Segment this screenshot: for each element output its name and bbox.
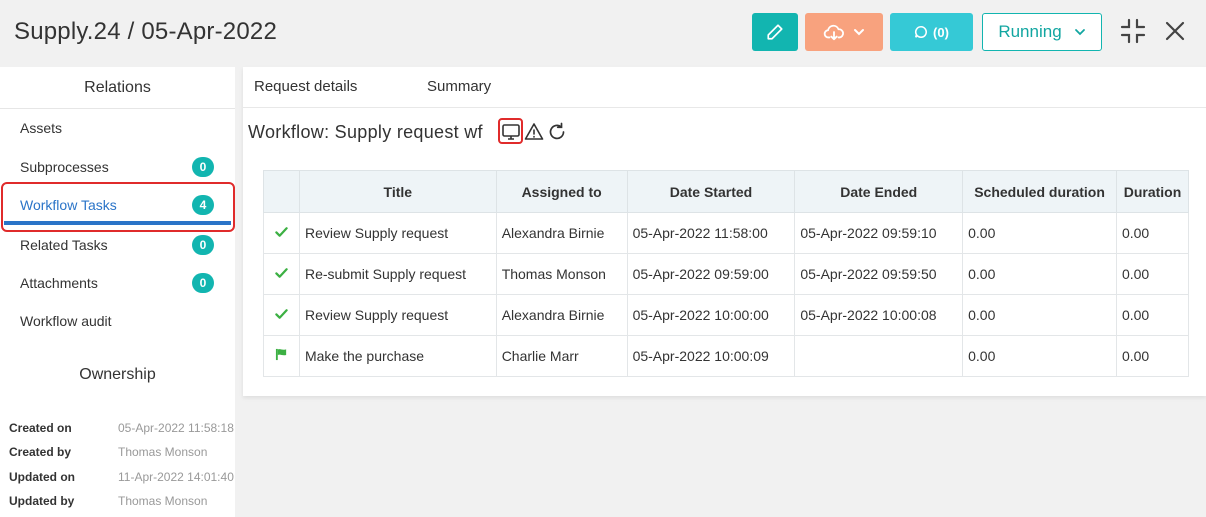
cell-assigned-to: Thomas Monson <box>495 253 628 295</box>
updated-on-label: Updated on <box>9 470 75 484</box>
tab-summary[interactable]: Summary <box>427 78 491 95</box>
updated-on-value: 11-Apr-2022 14:01:40 <box>118 470 234 484</box>
column-header-duration[interactable]: Duration <box>1115 170 1190 213</box>
column-header-date-started[interactable]: Date Started <box>626 170 796 213</box>
cell-assigned-to: Alexandra Birnie <box>495 294 628 336</box>
column-header-assigned-to[interactable]: Assigned to <box>495 170 628 213</box>
cell-scheduled-duration: 0.00 <box>962 294 1117 336</box>
column-header-date-ended[interactable]: Date Ended <box>794 170 964 213</box>
cell-duration: 0.00 <box>1115 212 1190 254</box>
ownership-title: Ownership <box>79 366 156 383</box>
table-row[interactable]: Re-submit Supply request Thomas Monson 0… <box>263 253 1190 295</box>
sidebar-item-related-tasks[interactable]: Related Tasks 0 <box>0 226 235 264</box>
edit-button[interactable] <box>752 13 798 51</box>
highlight-box <box>498 118 523 144</box>
sidebar-item-attachments[interactable]: Attachments 0 <box>0 264 235 302</box>
refresh-icon[interactable] <box>547 122 567 142</box>
checkmark-icon <box>275 268 288 278</box>
tab-bar: Request details Summary <box>243 67 1206 108</box>
download-button[interactable] <box>805 13 883 51</box>
table-row[interactable]: Review Supply request Alexandra Birnie 0… <box>263 294 1190 336</box>
table-header-row: Title Assigned to Date Started Date Ende… <box>263 170 1190 213</box>
cell-date-ended: 05-Apr-2022 09:59:50 <box>794 253 964 295</box>
cell-title: Make the purchase <box>298 335 497 377</box>
cell-duration: 0.00 <box>1115 335 1190 377</box>
column-header <box>263 170 300 213</box>
status-label: Running <box>998 22 1062 41</box>
count-badge: 0 <box>192 157 214 177</box>
cell-assigned-to: Alexandra Birnie <box>495 212 628 254</box>
cell-title: Review Supply request <box>298 294 497 336</box>
column-header-scheduled-duration[interactable]: Scheduled duration <box>962 170 1117 213</box>
sidebar-item-label: Workflow audit <box>20 313 112 329</box>
sidebar-item-assets[interactable]: Assets <box>0 109 235 147</box>
main-panel: Request details Summary Workflow: Supply… <box>243 67 1206 396</box>
checkmark-icon <box>275 309 288 319</box>
cell-date-started: 05-Apr-2022 10:00:00 <box>626 294 796 336</box>
cell-assigned-to: Charlie Marr <box>495 335 628 377</box>
column-header-title[interactable]: Title <box>298 170 497 213</box>
cell-scheduled-duration: 0.00 <box>962 212 1117 254</box>
pencil-icon <box>767 24 783 40</box>
cell-title: Review Supply request <box>298 212 497 254</box>
sidebar-item-workflow-audit[interactable]: Workflow audit <box>0 302 235 340</box>
sidebar-item-label: Related Tasks <box>20 237 108 253</box>
checkmark-icon <box>275 227 288 237</box>
created-on-label: Created on <box>9 421 72 435</box>
cell-scheduled-duration: 0.00 <box>962 335 1117 377</box>
highlight-box <box>1 182 235 232</box>
page-title: Supply.24 / 05-Apr-2022 <box>14 18 277 45</box>
count-badge: 0 <box>192 273 214 293</box>
tab-request-details[interactable]: Request details <box>254 78 357 95</box>
comments-button[interactable]: (0) <box>890 13 973 51</box>
sidebar-item-subprocesses[interactable]: Subprocesses 0 <box>0 148 235 186</box>
created-by-value: Thomas Monson <box>118 445 208 459</box>
chevron-down-icon <box>1074 29 1085 36</box>
flag-icon <box>275 348 287 361</box>
updated-by-value: Thomas Monson <box>118 494 208 508</box>
cell-duration: 0.00 <box>1115 294 1190 336</box>
cell-date-ended: 05-Apr-2022 10:00:08 <box>794 294 964 336</box>
status-dropdown[interactable]: Running <box>982 13 1102 51</box>
warning-icon[interactable] <box>524 122 544 142</box>
created-on-value: 05-Apr-2022 11:58:18 <box>118 421 234 435</box>
table-row[interactable]: Review Supply request Alexandra Birnie 0… <box>263 212 1190 254</box>
cell-date-started: 05-Apr-2022 11:58:00 <box>626 212 796 254</box>
workflow-tasks-table: Title Assigned to Date Started Date Ende… <box>263 170 1190 377</box>
updated-by-label: Updated by <box>9 494 75 508</box>
table-row[interactable]: Make the purchase Charlie Marr 05-Apr-20… <box>263 335 1190 377</box>
close-icon[interactable] <box>1163 19 1187 43</box>
cell-date-ended: 05-Apr-2022 09:59:10 <box>794 212 964 254</box>
workflow-title: Workflow: Supply request wf <box>248 122 483 142</box>
comments-count: (0) <box>933 24 949 40</box>
cell-scheduled-duration: 0.00 <box>962 253 1117 295</box>
cell-date-started: 05-Apr-2022 09:59:00 <box>626 253 796 295</box>
cloud-download-icon <box>823 24 844 41</box>
sidebar-item-label: Assets <box>20 120 63 136</box>
cell-title: Re-submit Supply request <box>298 253 497 295</box>
comment-icon <box>915 25 928 38</box>
sidebar-item-label: Attachments <box>20 275 98 291</box>
cell-date-started: 05-Apr-2022 10:00:09 <box>626 335 796 377</box>
sidebar-title: Relations <box>0 67 235 109</box>
count-badge: 0 <box>192 235 214 255</box>
cell-duration: 0.00 <box>1115 253 1190 295</box>
chevron-down-icon <box>854 29 864 36</box>
compress-icon[interactable] <box>1120 18 1146 44</box>
sidebar-item-label: Subprocesses <box>20 159 109 175</box>
created-by-label: Created by <box>9 445 72 459</box>
cell-date-ended <box>794 335 964 377</box>
